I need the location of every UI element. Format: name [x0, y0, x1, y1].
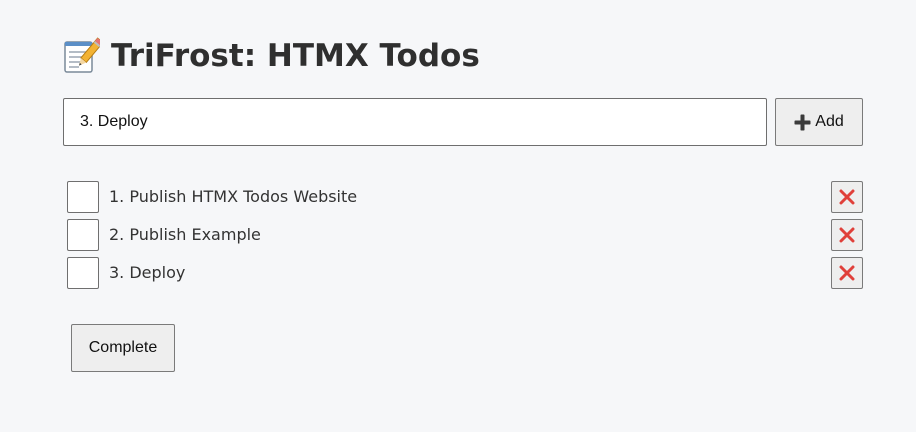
todo-list: 1. Publish HTMX Todos Website 2. Publish…: [63, 178, 863, 292]
todo-checkbox[interactable]: [67, 219, 99, 251]
page-title-text: TriFrost: HTMX Todos: [111, 38, 480, 74]
todo-checkbox[interactable]: [67, 257, 99, 289]
todo-item: 1. Publish HTMX Todos Website: [63, 178, 863, 216]
complete-button[interactable]: Complete: [71, 324, 175, 372]
todo-text: 3. Deploy: [109, 263, 186, 282]
cross-mark-icon: [839, 189, 855, 205]
memo-icon: [64, 37, 100, 73]
todo-text: 1. Publish HTMX Todos Website: [109, 187, 358, 206]
plus-icon: [794, 114, 811, 130]
todo-text: 2. Publish Example: [109, 225, 261, 244]
delete-todo-button[interactable]: [831, 181, 863, 213]
cross-mark-icon: [839, 227, 855, 243]
delete-todo-button[interactable]: [831, 257, 863, 289]
delete-todo-button[interactable]: [831, 219, 863, 251]
page-title: TriFrost: HTMX Todos: [62, 34, 480, 78]
todo-checkbox[interactable]: [67, 181, 99, 213]
add-button[interactable]: Add: [775, 98, 863, 146]
cross-mark-icon: [839, 265, 855, 281]
add-button-label: Add: [815, 113, 844, 130]
todo-item: 3. Deploy: [63, 254, 863, 292]
new-todo-input[interactable]: [63, 98, 767, 146]
complete-button-label: Complete: [88, 339, 158, 356]
todo-item: 2. Publish Example: [63, 216, 863, 254]
